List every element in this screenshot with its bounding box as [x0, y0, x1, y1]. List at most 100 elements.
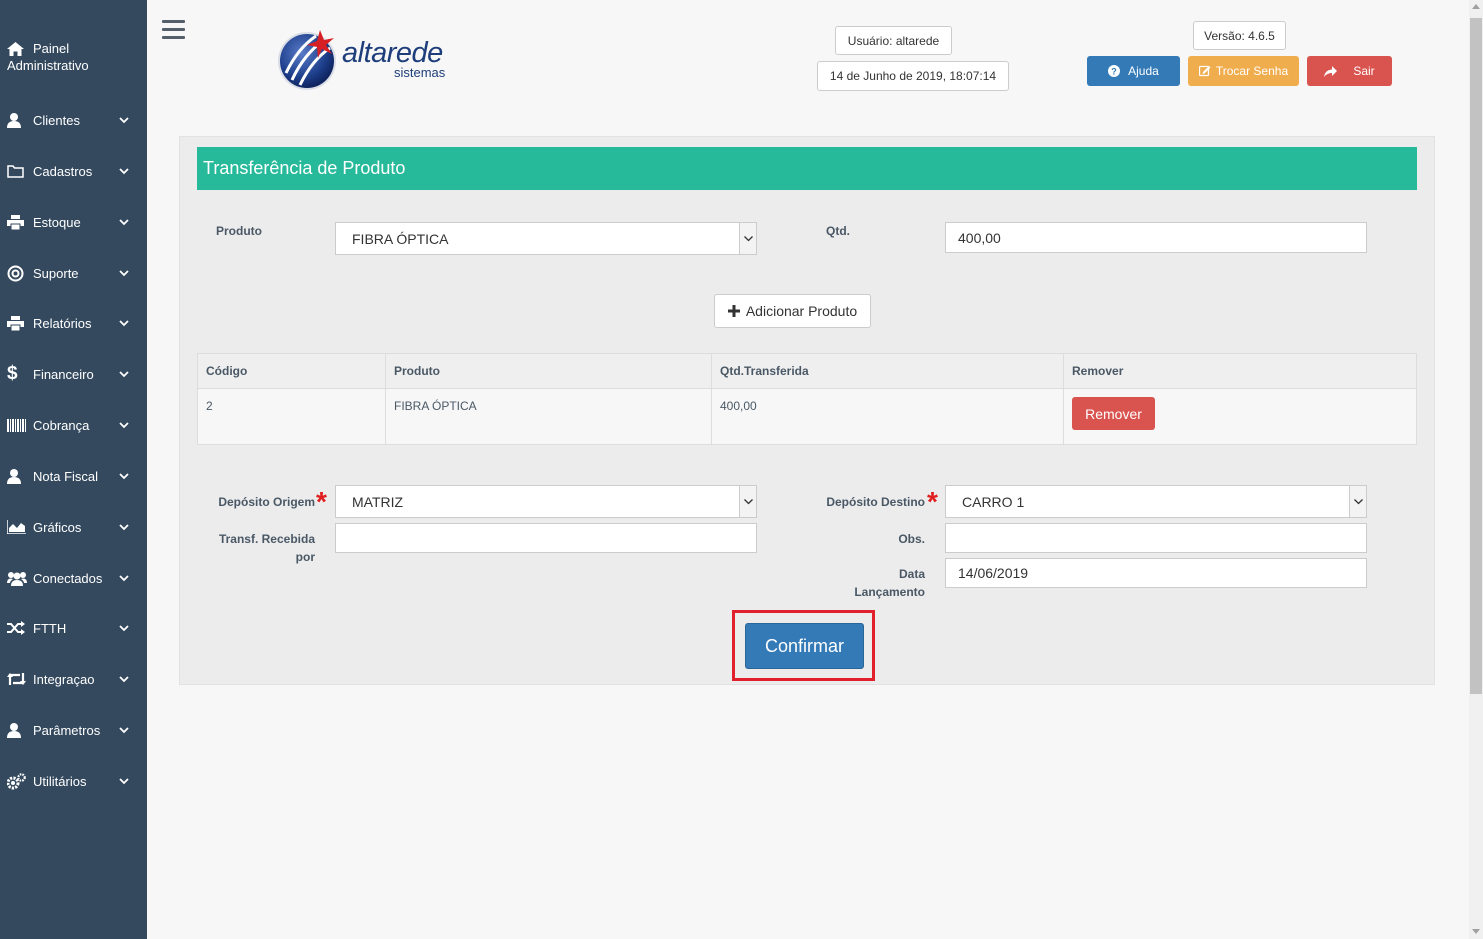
table-row: 2 FIBRA ÓPTICA 400,00 Remover — [197, 388, 1417, 445]
chevron-down-icon — [119, 219, 129, 226]
destination-deposit-label: Depósito Destino — [826, 495, 925, 509]
release-date-input[interactable]: 14/06/2019 — [945, 558, 1367, 588]
logout-button[interactable]: Sair — [1307, 56, 1392, 86]
chevron-down-icon — [119, 117, 129, 124]
received-by-label-line2: por — [295, 550, 315, 564]
obs-input[interactable] — [945, 523, 1367, 553]
folder-icon — [7, 163, 29, 179]
logo-text: altarede — [342, 37, 443, 69]
sidebar-item-utilitarios[interactable]: Utilitários — [0, 761, 147, 801]
scroll-down-arrow-icon[interactable] — [1472, 929, 1480, 934]
sidebar-item-label: Suporte — [33, 265, 79, 281]
origin-deposit-select[interactable]: MATRIZ — [335, 485, 757, 518]
help-label: Ajuda — [1128, 64, 1159, 78]
random-icon — [7, 620, 29, 636]
release-date-label: Data Lançamento — [835, 565, 925, 601]
received-by-label-line1: Transf. Recebida — [218, 532, 315, 546]
scrollbar-thumb[interactable] — [1470, 18, 1482, 694]
sidebar-item-financeiro[interactable]: $ Financeiro — [0, 354, 147, 394]
destination-deposit-select[interactable]: CARRO 1 — [945, 485, 1367, 518]
share-arrow-icon — [1324, 65, 1338, 77]
logo-globe-icon — [278, 30, 336, 90]
origin-deposit-value: MATRIZ — [352, 493, 404, 510]
sidebar-item-clientes[interactable]: Clientes — [0, 100, 147, 140]
column-header-qtd: Qtd.Transferida — [711, 353, 1064, 389]
obs-label: Obs. — [898, 532, 925, 546]
sidebar-item-label: Parâmetros — [33, 722, 101, 738]
sidebar-item-estoque[interactable]: Estoque — [0, 202, 147, 242]
sidebar-item-graficos[interactable]: Gráficos — [0, 507, 147, 547]
user-icon — [7, 468, 29, 484]
chevron-down-icon — [119, 270, 129, 277]
column-header-codigo: Código — [197, 353, 386, 389]
origin-deposit-label: Depósito Origem — [218, 495, 315, 509]
version-badge: Versão: 4.6.5 — [1193, 21, 1286, 50]
users-icon — [7, 570, 29, 586]
required-asterisk-icon: * — [316, 486, 327, 517]
menu-toggle-icon[interactable] — [162, 20, 185, 39]
product-select-value: FIBRA ÓPTICA — [352, 230, 449, 247]
sidebar-item-label: Nota Fiscal — [33, 468, 99, 484]
user-badge: Usuário: altarede — [835, 26, 952, 55]
sidebar-item-integracao[interactable]: Integraçao — [0, 659, 147, 699]
cell-remover: Remover — [1063, 388, 1417, 445]
edit-icon — [1198, 65, 1211, 77]
area-chart-icon — [7, 519, 29, 535]
chevron-down-icon — [1349, 486, 1366, 517]
datetime-badge: 14 de Junho de 2019, 18:07:14 — [817, 61, 1009, 91]
confirm-button[interactable]: Confirmar — [745, 623, 864, 669]
sidebar-item-label: Financeiro — [33, 366, 94, 382]
chevron-down-icon — [119, 168, 129, 175]
column-header-remover: Remover — [1063, 353, 1417, 389]
quantity-input[interactable]: 400,00 — [945, 222, 1367, 253]
sidebar-item-cadastros[interactable]: Cadastros — [0, 151, 147, 191]
question-circle-icon: ? — [1108, 65, 1121, 77]
retweet-icon — [7, 671, 29, 687]
chevron-down-icon — [119, 422, 129, 429]
printer-icon — [7, 315, 29, 331]
scroll-up-arrow-icon[interactable] — [1472, 4, 1480, 9]
chevron-down-icon — [119, 473, 129, 480]
logo-subtext: sistemas — [394, 65, 446, 80]
plus-icon — [727, 305, 740, 317]
sidebar-item-suporte[interactable]: Suporte — [0, 253, 147, 293]
change-password-label: Trocar Senha — [1215, 64, 1289, 78]
change-password-button[interactable]: Trocar Senha — [1188, 56, 1299, 86]
sidebar: Painel Administrativo Clientes Cadastros… — [0, 0, 147, 939]
cogs-icon — [7, 772, 29, 789]
add-product-button[interactable]: Adicionar Produto — [714, 294, 871, 328]
release-date-label-line1: Data — [898, 567, 925, 581]
sidebar-item-label: Cobrança — [33, 417, 90, 433]
product-select[interactable]: FIBRA ÓPTICA — [335, 222, 757, 255]
sidebar-item-label: FTTH — [33, 620, 67, 636]
home-icon — [7, 42, 24, 60]
sidebar-item-parametros[interactable]: Parâmetros — [0, 710, 147, 750]
sidebar-item-cobranca[interactable]: Cobrança — [0, 405, 147, 445]
cell-qtd: 400,00 — [711, 388, 1064, 445]
sidebar-home-link[interactable]: Painel Administrativo — [0, 40, 147, 74]
remove-button[interactable]: Remover — [1072, 397, 1155, 430]
lifebuoy-icon — [7, 265, 29, 281]
release-date-label-line2: Lançamento — [854, 585, 925, 599]
received-by-input[interactable] — [335, 523, 757, 553]
printer-icon — [7, 214, 29, 230]
sidebar-item-label: Utilitários — [33, 773, 87, 789]
chevron-down-icon — [119, 371, 129, 378]
quantity-label: Qtd. — [826, 224, 850, 238]
sidebar-title-line2: Administrativo — [7, 58, 89, 73]
chevron-down-icon — [119, 778, 129, 785]
sidebar-item-nota-fiscal[interactable]: Nota Fiscal — [0, 456, 147, 496]
destination-deposit-value: CARRO 1 — [962, 493, 1025, 510]
chevron-down-icon — [119, 575, 129, 582]
product-label: Produto — [216, 224, 262, 238]
sidebar-item-conectados[interactable]: Conectados — [0, 558, 147, 598]
sidebar-item-relatorios[interactable]: Relatórios — [0, 303, 147, 343]
sidebar-item-ftth[interactable]: FTTH — [0, 608, 147, 648]
page-title: Transferência de Produto — [197, 147, 1417, 190]
help-button[interactable]: ? Ajuda — [1087, 56, 1180, 86]
received-by-label: Transf. Recebida por — [200, 530, 315, 566]
chevron-down-icon — [739, 486, 756, 517]
sidebar-item-label: Estoque — [33, 214, 81, 230]
user-icon — [7, 112, 29, 128]
sidebar-item-label: Cadastros — [33, 163, 93, 179]
